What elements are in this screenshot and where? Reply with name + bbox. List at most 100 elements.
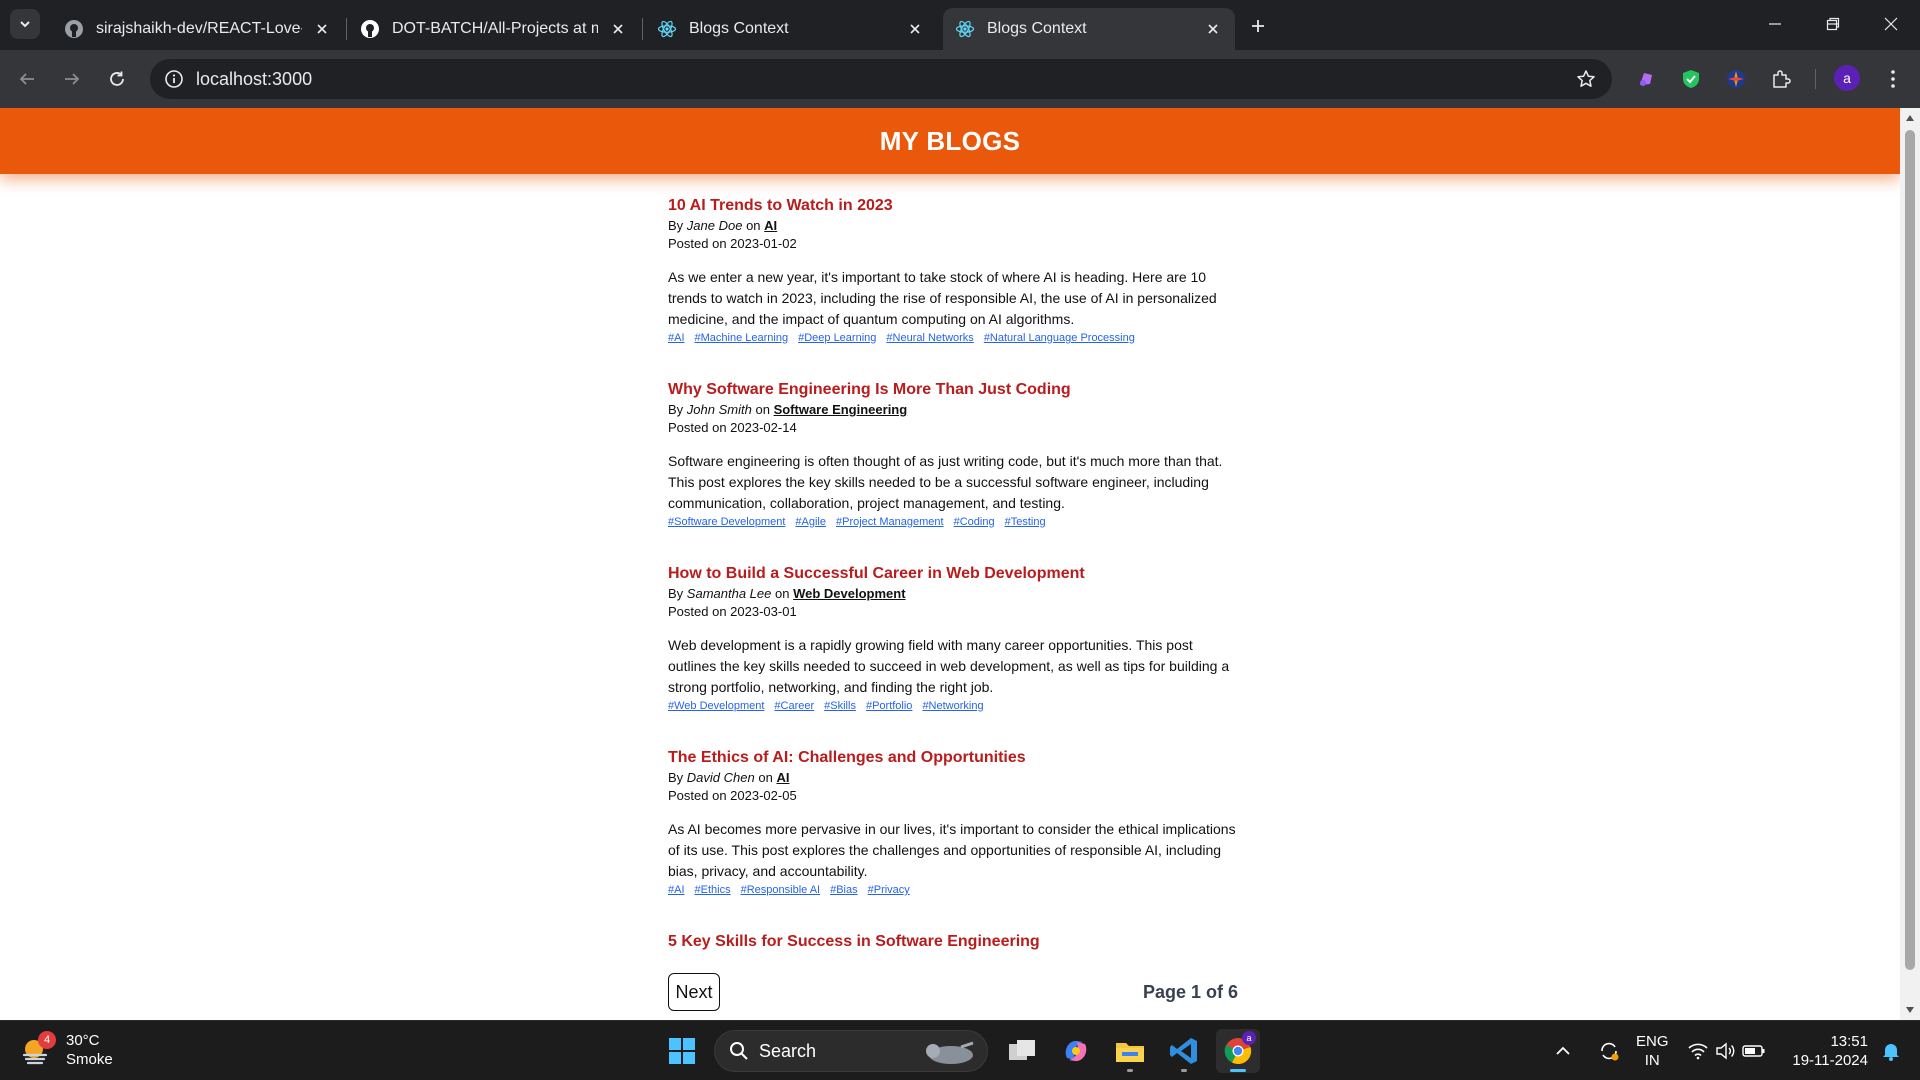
tab-1[interactable]: DOT-BATCH/All-Projects at mas	[348, 8, 640, 50]
more-menu-icon[interactable]	[1880, 66, 1906, 92]
start-button[interactable]	[660, 1029, 704, 1073]
clock[interactable]: 13:51 19-11-2024	[1784, 1032, 1868, 1070]
tab-3-active[interactable]: Blogs Context	[943, 8, 1235, 50]
language-indicator[interactable]: ENG IN	[1636, 1032, 1669, 1070]
file-explorer-button[interactable]	[1108, 1029, 1152, 1073]
tag-link[interactable]: #Skills	[824, 700, 856, 712]
tag-link[interactable]: #AI	[668, 332, 685, 344]
notifications-button[interactable]	[1874, 1029, 1908, 1073]
on-label: on	[758, 770, 773, 785]
tag-link[interactable]: #Project Management	[836, 516, 944, 528]
post-category-link[interactable]: AI	[776, 770, 789, 785]
blog-post: How to Build a Successful Career in Web …	[668, 564, 1238, 748]
minimize-window-button[interactable]	[1746, 0, 1804, 48]
minimize-icon	[1769, 23, 1781, 25]
post-author: Jane Doe	[686, 218, 743, 233]
post-category-link[interactable]: AI	[764, 218, 777, 233]
posted-label: Posted on	[668, 236, 727, 251]
profile-avatar[interactable]: a	[1834, 65, 1860, 91]
post-content: As AI becomes more pervasive in our live…	[668, 821, 1236, 879]
new-tab-button[interactable]	[1244, 12, 1272, 40]
tab-search-button[interactable]	[10, 9, 40, 39]
post-date: Posted on 2023-03-01	[668, 603, 1238, 621]
close-icon[interactable]	[312, 19, 332, 39]
close-icon[interactable]	[905, 19, 925, 39]
page-scrollbar[interactable]	[1900, 108, 1920, 1020]
tag-link[interactable]: #Ethics	[695, 884, 731, 896]
show-hidden-icons-button[interactable]	[1550, 1029, 1576, 1073]
back-button[interactable]	[12, 64, 42, 94]
tag-link[interactable]: #Bias	[830, 884, 858, 896]
windows-taskbar: 4 30°C Smoke Search a ENG IN 13:51 19-11…	[0, 1020, 1920, 1080]
running-indicator	[1230, 1069, 1246, 1072]
post-title[interactable]: The Ethics of AI: Challenges and Opportu…	[668, 748, 1238, 768]
close-icon	[1884, 17, 1898, 31]
post-title[interactable]: 10 AI Trends to Watch in 2023	[668, 196, 1238, 216]
post-tags: #Web Development #Career #Skills #Portfolio…	[668, 698, 1238, 714]
tag-link[interactable]: #Web Development	[668, 700, 764, 712]
extension-purple-icon[interactable]	[1633, 66, 1659, 92]
site-header: MY BLOGS	[0, 108, 1900, 174]
close-window-button[interactable]	[1862, 0, 1920, 48]
post-author: David Chen	[686, 770, 755, 785]
shield-extension-icon[interactable]	[1678, 66, 1704, 92]
sync-status-button[interactable]	[1596, 1029, 1622, 1073]
post-category-link[interactable]: Web Development	[793, 586, 905, 601]
tag-link[interactable]: #Neural Networks	[886, 332, 973, 344]
tag-link[interactable]: #Testing	[1005, 516, 1046, 528]
reload-button[interactable]	[102, 64, 132, 94]
post-title[interactable]: 5 Key Skills for Success in Software Eng…	[668, 932, 1238, 952]
next-page-button[interactable]: Next	[668, 973, 720, 1011]
post-byline: By David Chen on AI	[668, 768, 1238, 787]
restore-window-button[interactable]	[1804, 0, 1862, 48]
task-view-icon	[1009, 1040, 1035, 1060]
scroll-down-arrow-icon[interactable]	[1900, 1002, 1920, 1018]
post-byline: By Samantha Lee on Web Development	[668, 584, 1238, 603]
post-category-link[interactable]: Software Engineering	[774, 402, 908, 417]
tag-link[interactable]: #Software Development	[668, 516, 785, 528]
quick-settings[interactable]	[1684, 1021, 1768, 1080]
close-icon[interactable]	[1203, 19, 1223, 39]
tab-0[interactable]: sirajshaikh-dev/REACT-Love-Ba	[52, 8, 344, 50]
page-indicator: Page 1 of 6	[1142, 982, 1238, 1002]
post-title[interactable]: How to Build a Successful Career in Web …	[668, 564, 1238, 584]
running-indicator	[1127, 1069, 1133, 1072]
compass-extension-icon[interactable]	[1723, 66, 1749, 92]
tag-link[interactable]: #Responsible AI	[741, 884, 821, 896]
search-icon	[730, 1042, 748, 1060]
vscode-button[interactable]	[1162, 1029, 1206, 1073]
tag-link[interactable]: #Natural Language Processing	[984, 332, 1135, 344]
post-content: As we enter a new year, it's important t…	[668, 269, 1217, 327]
post-byline: By John Smith on Software Engineering	[668, 400, 1238, 419]
tag-link[interactable]: #Machine Learning	[695, 332, 789, 344]
tag-link[interactable]: #Privacy	[868, 884, 910, 896]
taskbar-search[interactable]: Search	[714, 1030, 988, 1072]
puzzle-extensions-icon[interactable]	[1768, 66, 1794, 92]
tag-link[interactable]: #Coding	[954, 516, 995, 528]
close-icon[interactable]	[608, 19, 628, 39]
site-info-icon[interactable]	[162, 67, 186, 91]
blog-list: 10 AI Trends to Watch in 2023 By Jane Do…	[668, 196, 1238, 956]
tag-link[interactable]: #AI	[668, 884, 685, 896]
scrollbar-thumb[interactable]	[1905, 130, 1915, 970]
post-title[interactable]: Why Software Engineering Is More Than Ju…	[668, 380, 1238, 400]
copilot-button[interactable]	[1054, 1029, 1098, 1073]
forward-button[interactable]	[57, 64, 87, 94]
tab-2[interactable]: Blogs Context	[645, 8, 937, 50]
task-view-button[interactable]	[1000, 1029, 1044, 1073]
chrome-button[interactable]: a	[1216, 1029, 1260, 1073]
language-line2: IN	[1644, 1052, 1660, 1069]
bookmark-star-icon[interactable]	[1574, 67, 1598, 91]
tag-link[interactable]: #Career	[774, 700, 814, 712]
url-text[interactable]: localhost:3000	[196, 69, 312, 90]
post-byline: By Jane Doe on AI	[668, 216, 1238, 235]
scroll-up-arrow-icon[interactable]	[1900, 110, 1920, 126]
tag-link[interactable]: #Networking	[922, 700, 983, 712]
address-bar[interactable]: localhost:3000	[150, 59, 1612, 99]
weather-widget[interactable]: 4 30°C Smoke	[20, 1031, 113, 1069]
tag-link[interactable]: #Agile	[795, 516, 826, 528]
tag-link[interactable]: #Deep Learning	[798, 332, 876, 344]
bell-icon	[1883, 1044, 1899, 1061]
tag-link[interactable]: #Portfolio	[866, 700, 912, 712]
weather-text: 30°C Smoke	[66, 1031, 113, 1069]
